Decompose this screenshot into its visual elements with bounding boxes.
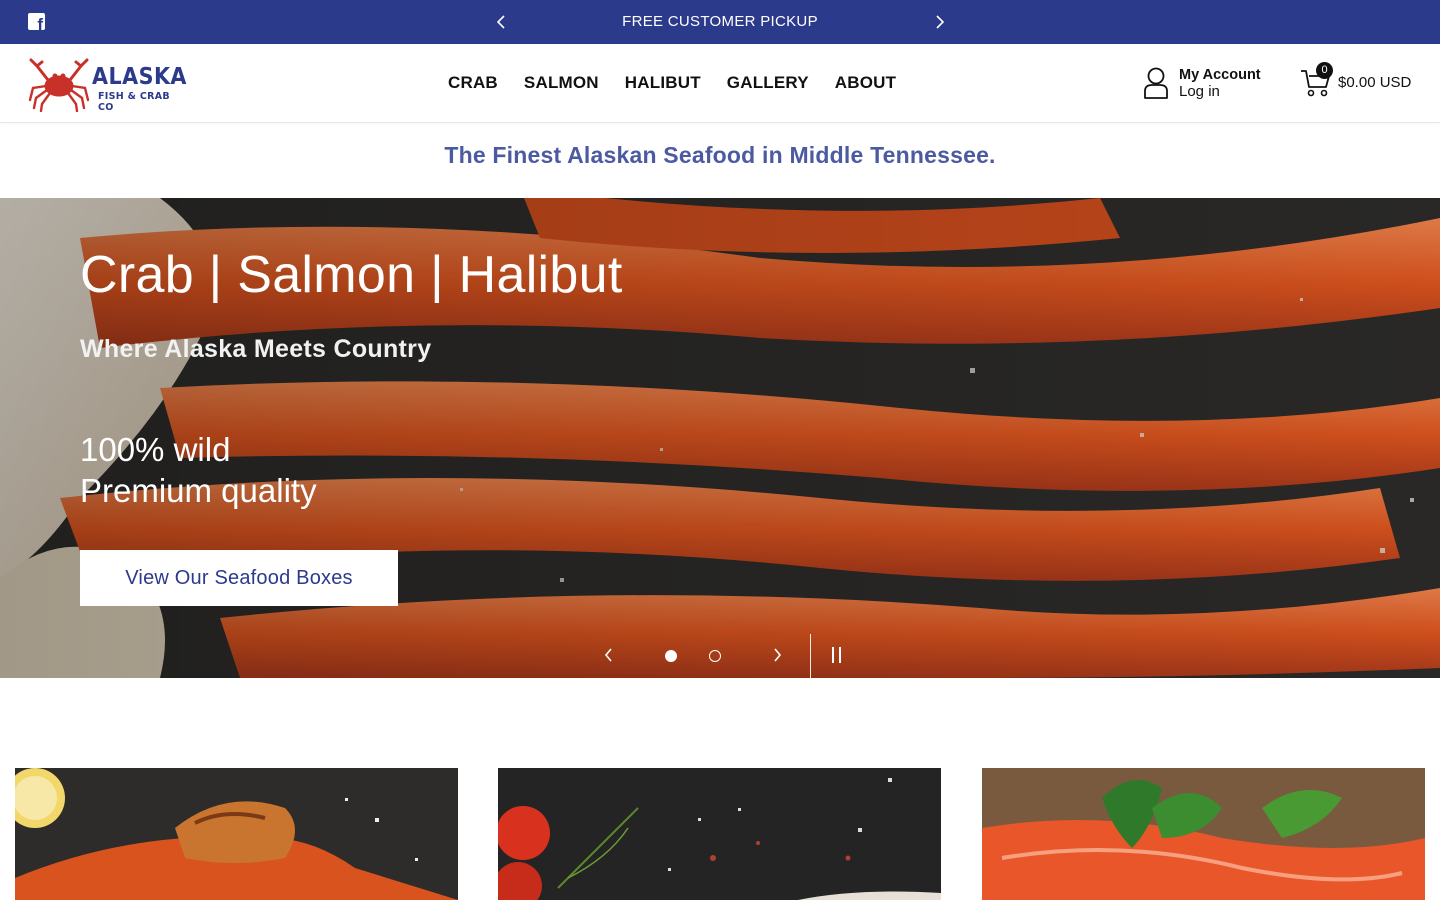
hero-feature-wild: 100% wild xyxy=(80,431,231,468)
announcement-message: FREE CUSTOMER PICKUP xyxy=(622,13,818,30)
slide-dot-1[interactable] xyxy=(665,650,677,662)
logo-subtitle: FISH & CRAB CO xyxy=(98,91,170,113)
facebook-icon[interactable]: f xyxy=(28,13,45,30)
cart-count-badge: 0 xyxy=(1316,62,1333,79)
view-seafood-boxes-button[interactable]: View Our Seafood Boxes xyxy=(80,550,398,606)
slideshow-controls xyxy=(592,634,852,678)
logo-wordmark: ALASKA xyxy=(92,64,187,90)
account-title: My Account xyxy=(1179,67,1261,83)
slide-dot-2[interactable] xyxy=(709,650,721,662)
crab-collection-card[interactable] xyxy=(15,768,458,900)
salmon-collection-image xyxy=(498,768,941,900)
site-header: ALASKA FISH & CRAB CO CRAB SALMON HALIBU… xyxy=(0,44,1440,123)
user-icon xyxy=(1144,67,1168,99)
main-nav: CRAB SALMON HALIBUT GALLERY ABOUT xyxy=(448,73,922,93)
announcement-next-arrow-icon[interactable] xyxy=(929,12,949,32)
announcement-prev-arrow-icon[interactable] xyxy=(492,12,512,32)
tagline-text: The Finest Alaskan Seafood in Middle Ten… xyxy=(444,142,996,168)
hero-subtitle: Where Alaska Meets Country xyxy=(80,335,432,363)
announcement-bar: f FREE CUSTOMER PICKUP xyxy=(0,0,1440,44)
hero-slideshow: Crab | Salmon | Halibut Where Alaska Mee… xyxy=(0,198,1440,678)
tagline-section: The Finest Alaskan Seafood in Middle Ten… xyxy=(0,123,1440,198)
halibut-collection-card[interactable] xyxy=(982,768,1425,900)
crab-collection-image xyxy=(15,768,458,900)
hero-title: Crab | Salmon | Halibut xyxy=(80,246,623,304)
nav-item-crab[interactable]: CRAB xyxy=(448,73,498,93)
nav-item-about[interactable]: ABOUT xyxy=(835,73,896,93)
halibut-collection-image xyxy=(982,768,1425,900)
nav-item-gallery[interactable]: GALLERY xyxy=(727,73,809,93)
nav-item-halibut[interactable]: HALIBUT xyxy=(625,73,701,93)
slide-prev-icon[interactable] xyxy=(600,646,618,664)
crab-logo-icon xyxy=(28,58,90,112)
cart-link[interactable]: 0 $0.00 USD xyxy=(1300,62,1420,104)
hero-feature-quality: Premium quality xyxy=(80,472,317,509)
site-logo[interactable]: ALASKA FISH & CRAB CO xyxy=(28,56,188,113)
account-link[interactable]: My Account Log in xyxy=(1142,66,1272,102)
nav-item-salmon[interactable]: SALMON xyxy=(524,73,599,93)
slide-next-icon[interactable] xyxy=(768,646,786,664)
pause-icon[interactable] xyxy=(830,647,844,663)
login-link[interactable]: Log in xyxy=(1179,83,1220,100)
slideshow-divider xyxy=(810,634,811,678)
cart-total: $0.00 USD xyxy=(1338,74,1412,91)
salmon-collection-card[interactable] xyxy=(498,768,941,900)
